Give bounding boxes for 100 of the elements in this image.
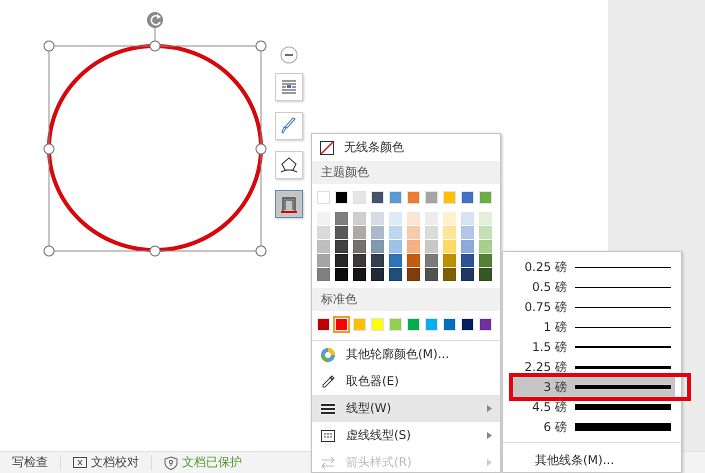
color-swatch[interactable]	[407, 240, 420, 253]
status-item[interactable]: 写检查	[12, 454, 48, 471]
submenu-arrow-icon	[487, 459, 492, 466]
color-swatch[interactable]	[317, 240, 330, 253]
line-weight-option[interactable]: 2.25 磅	[503, 357, 681, 377]
menu-item[interactable]: 虚线线型(S)	[312, 422, 500, 449]
color-swatch[interactable]	[371, 254, 384, 267]
color-swatch[interactable]	[371, 226, 384, 239]
color-swatch[interactable]	[443, 191, 456, 204]
color-swatch[interactable]	[425, 254, 438, 267]
menu-item[interactable]: 无线条颜色	[344, 139, 404, 156]
line-weight-option[interactable]: 0.5 磅	[503, 277, 681, 297]
no-line-icon	[320, 140, 334, 154]
section-header: 主题颜色	[312, 161, 500, 184]
color-swatch[interactable]	[479, 191, 492, 204]
eyedropper-icon	[320, 374, 336, 390]
color-swatch[interactable]	[317, 191, 330, 204]
color-swatch[interactable]	[461, 212, 474, 225]
menu-item[interactable]: 线型(W)	[312, 395, 500, 422]
color-swatch[interactable]	[317, 268, 330, 281]
color-swatch[interactable]	[371, 318, 384, 331]
color-swatch[interactable]	[317, 318, 330, 331]
submenu-arrow-icon	[487, 405, 492, 412]
color-swatch[interactable]	[353, 240, 366, 253]
color-swatch[interactable]	[317, 226, 330, 239]
line-weight-option[interactable]: 1.5 磅	[503, 337, 681, 357]
line-weight-option[interactable]: 6 磅	[503, 417, 681, 437]
status-item[interactable]: 文档校对	[91, 454, 139, 471]
color-swatch[interactable]	[443, 254, 456, 267]
color-swatch[interactable]	[461, 226, 474, 239]
color-swatch[interactable]	[425, 191, 438, 204]
menu-item[interactable]: 其他线条(M)...	[503, 443, 681, 471]
line-weight-option[interactable]: 1 磅	[503, 317, 681, 337]
color-swatch[interactable]	[479, 268, 492, 281]
color-swatch[interactable]	[461, 254, 474, 267]
color-swatch[interactable]	[335, 254, 348, 267]
color-swatch[interactable]	[335, 191, 348, 204]
color-swatch[interactable]	[389, 254, 402, 267]
color-swatch[interactable]	[353, 254, 366, 267]
color-swatch[interactable]	[407, 212, 420, 225]
color-swatch[interactable]	[479, 240, 492, 253]
color-swatch[interactable]	[389, 191, 402, 204]
color-swatch[interactable]	[461, 240, 474, 253]
color-swatch[interactable]	[425, 212, 438, 225]
color-swatch[interactable]	[443, 240, 456, 253]
line-weight-option[interactable]: 0.75 磅	[503, 297, 681, 317]
line-weight-option[interactable]: 4.5 磅	[503, 397, 681, 417]
color-swatch[interactable]	[335, 318, 348, 331]
color-swatch[interactable]	[353, 226, 366, 239]
color-swatch[interactable]	[479, 212, 492, 225]
color-swatch[interactable]	[371, 191, 384, 204]
color-swatch[interactable]	[461, 191, 474, 204]
color-swatch[interactable]	[425, 268, 438, 281]
color-swatch[interactable]	[335, 212, 348, 225]
color-swatch[interactable]	[425, 318, 438, 331]
color-swatch[interactable]	[443, 226, 456, 239]
color-swatch[interactable]	[443, 268, 456, 281]
toolbar-button[interactable]	[275, 151, 303, 179]
color-swatch[interactable]	[425, 240, 438, 253]
rotate-handle-icon[interactable]	[147, 12, 163, 28]
color-swatch[interactable]	[353, 212, 366, 225]
color-swatch[interactable]	[335, 226, 348, 239]
color-swatch[interactable]	[317, 212, 330, 225]
collapse-icon[interactable]	[280, 46, 298, 64]
toolbar-button[interactable]	[275, 190, 303, 218]
color-wheel-icon	[320, 346, 336, 362]
line-weight-option[interactable]: 0.25 磅	[503, 257, 681, 277]
color-swatch[interactable]	[479, 254, 492, 267]
color-swatch[interactable]	[389, 268, 402, 281]
color-swatch[interactable]	[353, 191, 366, 204]
color-swatch[interactable]	[407, 254, 420, 267]
dashed-lines-icon	[320, 428, 336, 444]
color-swatch[interactable]	[443, 318, 456, 331]
color-swatch[interactable]	[371, 240, 384, 253]
color-swatch[interactable]	[389, 226, 402, 239]
arrows-icon	[320, 454, 336, 470]
color-swatch[interactable]	[461, 268, 474, 281]
color-swatch[interactable]	[335, 240, 348, 253]
color-swatch[interactable]	[407, 191, 420, 204]
color-swatch[interactable]	[353, 318, 366, 331]
color-swatch[interactable]	[317, 254, 330, 267]
color-swatch[interactable]	[407, 226, 420, 239]
toolbar-button[interactable]	[275, 73, 303, 101]
color-swatch[interactable]	[425, 226, 438, 239]
color-swatch[interactable]	[335, 268, 348, 281]
line-weight-option[interactable]: 3 磅	[511, 377, 675, 397]
menu-item[interactable]: 取色器(E)	[312, 368, 500, 395]
menu-item[interactable]: 其他轮廓颜色(M)...	[312, 341, 500, 368]
color-swatch[interactable]	[353, 268, 366, 281]
color-swatch[interactable]	[461, 318, 474, 331]
color-swatch[interactable]	[389, 318, 402, 331]
color-swatch[interactable]	[479, 318, 492, 331]
color-swatch[interactable]	[407, 318, 420, 331]
color-swatch[interactable]	[389, 240, 402, 253]
color-swatch[interactable]	[371, 212, 384, 225]
color-swatch[interactable]	[371, 268, 384, 281]
color-swatch[interactable]	[443, 212, 456, 225]
color-swatch[interactable]	[479, 226, 492, 239]
color-swatch[interactable]	[407, 268, 420, 281]
color-swatch[interactable]	[389, 212, 402, 225]
